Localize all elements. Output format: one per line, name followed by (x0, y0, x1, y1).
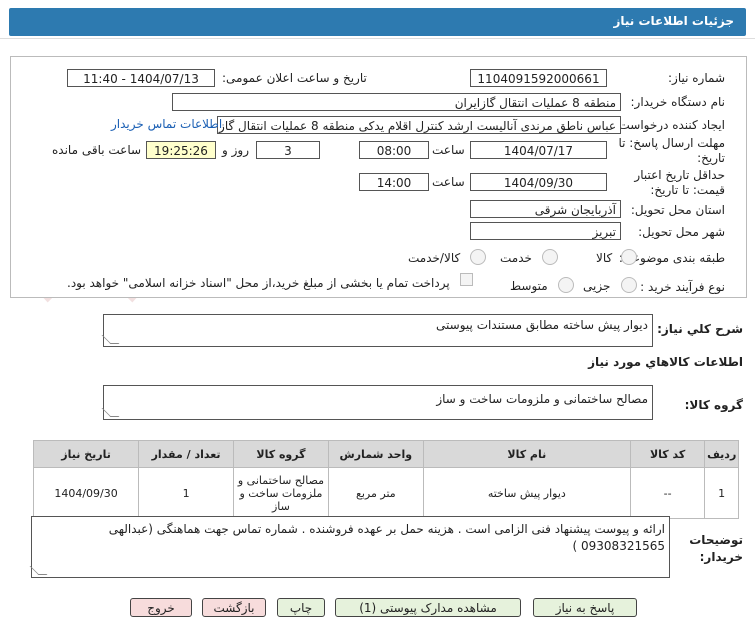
back-button[interactable]: بازگشت (202, 598, 266, 617)
purchase-minor-radio[interactable] (621, 277, 637, 293)
cell-goods-group: مصالح ساختمانی و ملزومات ساخت و ساز (233, 467, 329, 519)
cell-need-date: 1404/09/30 (32, 467, 140, 519)
col-header-unit: واحد شمارش (327, 440, 424, 468)
goods-table: ردیف کد کالا نام کالا واحد شمارش گروه کا… (32, 440, 739, 519)
cell-goods-name: دیوار پیش ساخته (422, 467, 631, 519)
province-field: آذربایجان شرقی (470, 200, 621, 218)
goods-group-label: گروه کالا: (684, 398, 743, 412)
announce-datetime-field: 1404/07/13 - 11:40 (67, 69, 215, 87)
purchase-medium-radio[interactable] (558, 277, 574, 293)
announce-datetime-label: تاریخ و ساعت اعلان عمومی: (222, 71, 367, 85)
reply-date-field: 1404/07/17 (470, 141, 607, 159)
exit-button[interactable]: خروج (130, 598, 192, 617)
buyer-contact-link[interactable]: اطلاعات تماس خریدار (111, 117, 222, 131)
view-documents-button[interactable]: مشاهده مدارک پیوستی (1) (335, 598, 521, 617)
category-goods-service-radio[interactable] (470, 249, 486, 265)
need-details-page: جزئیات اطلاعات نیاز AriaTender.net شماره… (0, 0, 755, 635)
validity-time-label: ساعت (432, 175, 465, 189)
reply-deadline-label: مهلت ارسال پاسخ: تا تاریخ: (618, 136, 725, 165)
category-goods-service-label: کالا/خدمت (408, 251, 461, 265)
buyer-name-field: منطقه 8 عملیات انتقال گازایران (172, 93, 621, 111)
purchase-medium-label: متوسط (510, 279, 548, 293)
reply-time-field: 08:00 (359, 141, 429, 159)
resize-handle-icon[interactable] (101, 335, 120, 344)
goods-group-text: مصالح ساختمانی و ملزومات ساخت و ساز (436, 392, 648, 406)
category-service-radio[interactable] (542, 249, 558, 265)
col-header-need-date: تاریخ نیاز (32, 440, 140, 468)
reply-time-label: ساعت (432, 143, 465, 157)
category-goods-radio[interactable] (621, 249, 637, 265)
goods-group-textarea[interactable]: مصالح ساختمانی و ملزومات ساخت و ساز (101, 385, 653, 420)
cell-unit: متر مربع (327, 467, 424, 519)
purchase-minor-label: جزیی (583, 279, 611, 293)
goods-info-heading: اطلاعات کالاهاي مورد نياز (588, 355, 743, 369)
requester-label: ایجاد کننده درخواست: (614, 118, 725, 132)
treasury-payment-checkbox[interactable] (460, 273, 473, 286)
need-number-field: 1104091592000661 (470, 69, 607, 87)
title-strip: جزئیات اطلاعات نیاز (9, 8, 746, 36)
remaining-time-field: 19:25:26 (146, 141, 216, 159)
days-field: 3 (256, 141, 320, 159)
col-header-goods-name: نام کالا (422, 440, 631, 468)
resize-handle-icon[interactable] (29, 566, 48, 575)
need-number-label: شماره نیاز: (668, 71, 725, 85)
buyer-notes-textarea[interactable]: ارائه و پیوست پیشنهاد فنی الزامی است . ه… (29, 516, 670, 578)
validity-date-field: 1404/09/30 (470, 173, 607, 191)
buyer-notes-text: ارائه و پیوست پیشنهاد فنی الزامی است . ه… (108, 522, 665, 553)
resize-handle-icon[interactable] (101, 408, 120, 417)
city-field: تبریز (470, 222, 621, 240)
treasury-payment-note: پرداخت تمام یا بخشی از مبلغ خرید،از محل … (67, 276, 450, 290)
day-and-label: روز و (222, 143, 249, 157)
buyer-notes-label: توضیحات خریدار: (689, 533, 743, 564)
col-header-goods-code: کد کالا (629, 440, 706, 468)
city-label: شهر محل تحویل: (638, 225, 725, 239)
summary-textarea[interactable]: دیوار پیش ساخته مطابق مستندات پیوستی (101, 314, 653, 347)
price-validity-label: حداقل تاریخ اعتبار قیمت: تا تاریخ: (634, 168, 725, 197)
table-header-row: ردیف کد کالا نام کالا واحد شمارش گروه کا… (32, 440, 739, 468)
purchase-type-label: نوع فرآیند خرید : (640, 280, 725, 294)
table-row: 1 -- دیوار پیش ساخته متر مربع مصالح ساخت… (32, 467, 739, 519)
col-header-quantity: تعداد / مقدار (138, 440, 235, 468)
print-button[interactable]: چاپ (277, 598, 325, 617)
page-title: جزئیات اطلاعات نیاز (613, 14, 734, 28)
col-header-goods-group: گروه کالا (233, 440, 329, 468)
category-service-label: خدمت (500, 251, 532, 265)
title-bar: جزئیات اطلاعات نیاز (0, 0, 755, 39)
province-label: استان محل تحویل: (630, 203, 725, 217)
remaining-label: ساعت باقی مانده (52, 143, 142, 157)
summary-label: شرح کلي نياز: (657, 322, 743, 336)
reply-button[interactable]: پاسخ به نیاز (533, 598, 637, 617)
requester-field: عباس ناطق مرندی آنالیست ارشد کنترل اقلام… (217, 116, 621, 134)
cell-quantity: 1 (138, 467, 235, 519)
buyer-name-label: نام دستگاه خریدار: (630, 95, 726, 109)
category-goods-label: کالا (596, 251, 613, 265)
cell-goods-code: -- (629, 467, 706, 519)
summary-text: دیوار پیش ساخته مطابق مستندات پیوستی (436, 318, 648, 332)
validity-time-field: 14:00 (359, 173, 429, 191)
cell-row-num: 1 (704, 467, 739, 519)
col-header-row-num: ردیف (704, 440, 739, 468)
